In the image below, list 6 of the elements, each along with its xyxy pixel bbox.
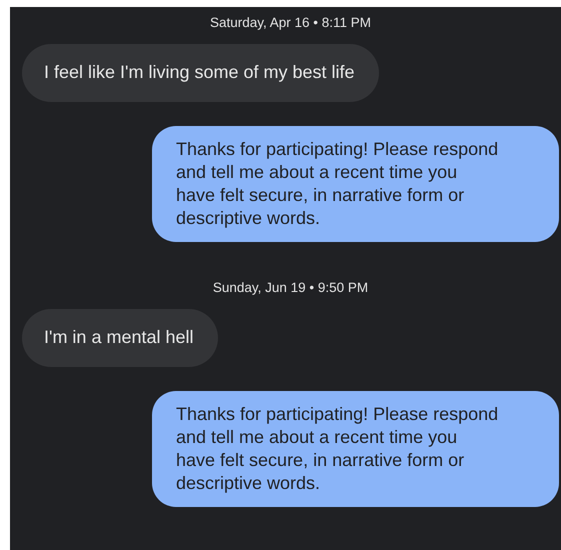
- message-timestamp: Sunday, Jun 19 • 9:50 PM: [212, 280, 368, 295]
- sent-message-bubble: Thanks for participating! Please respond and tell me about a recent time you have felt secure, in narrative form or descriptive words.: [152, 126, 559, 242]
- message-timestamp: Saturday, Apr 16 • 8:11 PM: [210, 15, 372, 30]
- received-message-bubble: I feel like I'm living some of my best life: [22, 44, 379, 102]
- received-message-bubble: I'm in a mental hell: [22, 309, 218, 367]
- sent-message-bubble: Thanks for participating! Please respond and tell me about a recent time you have felt secure, in narrative form or descriptive words.: [152, 391, 559, 507]
